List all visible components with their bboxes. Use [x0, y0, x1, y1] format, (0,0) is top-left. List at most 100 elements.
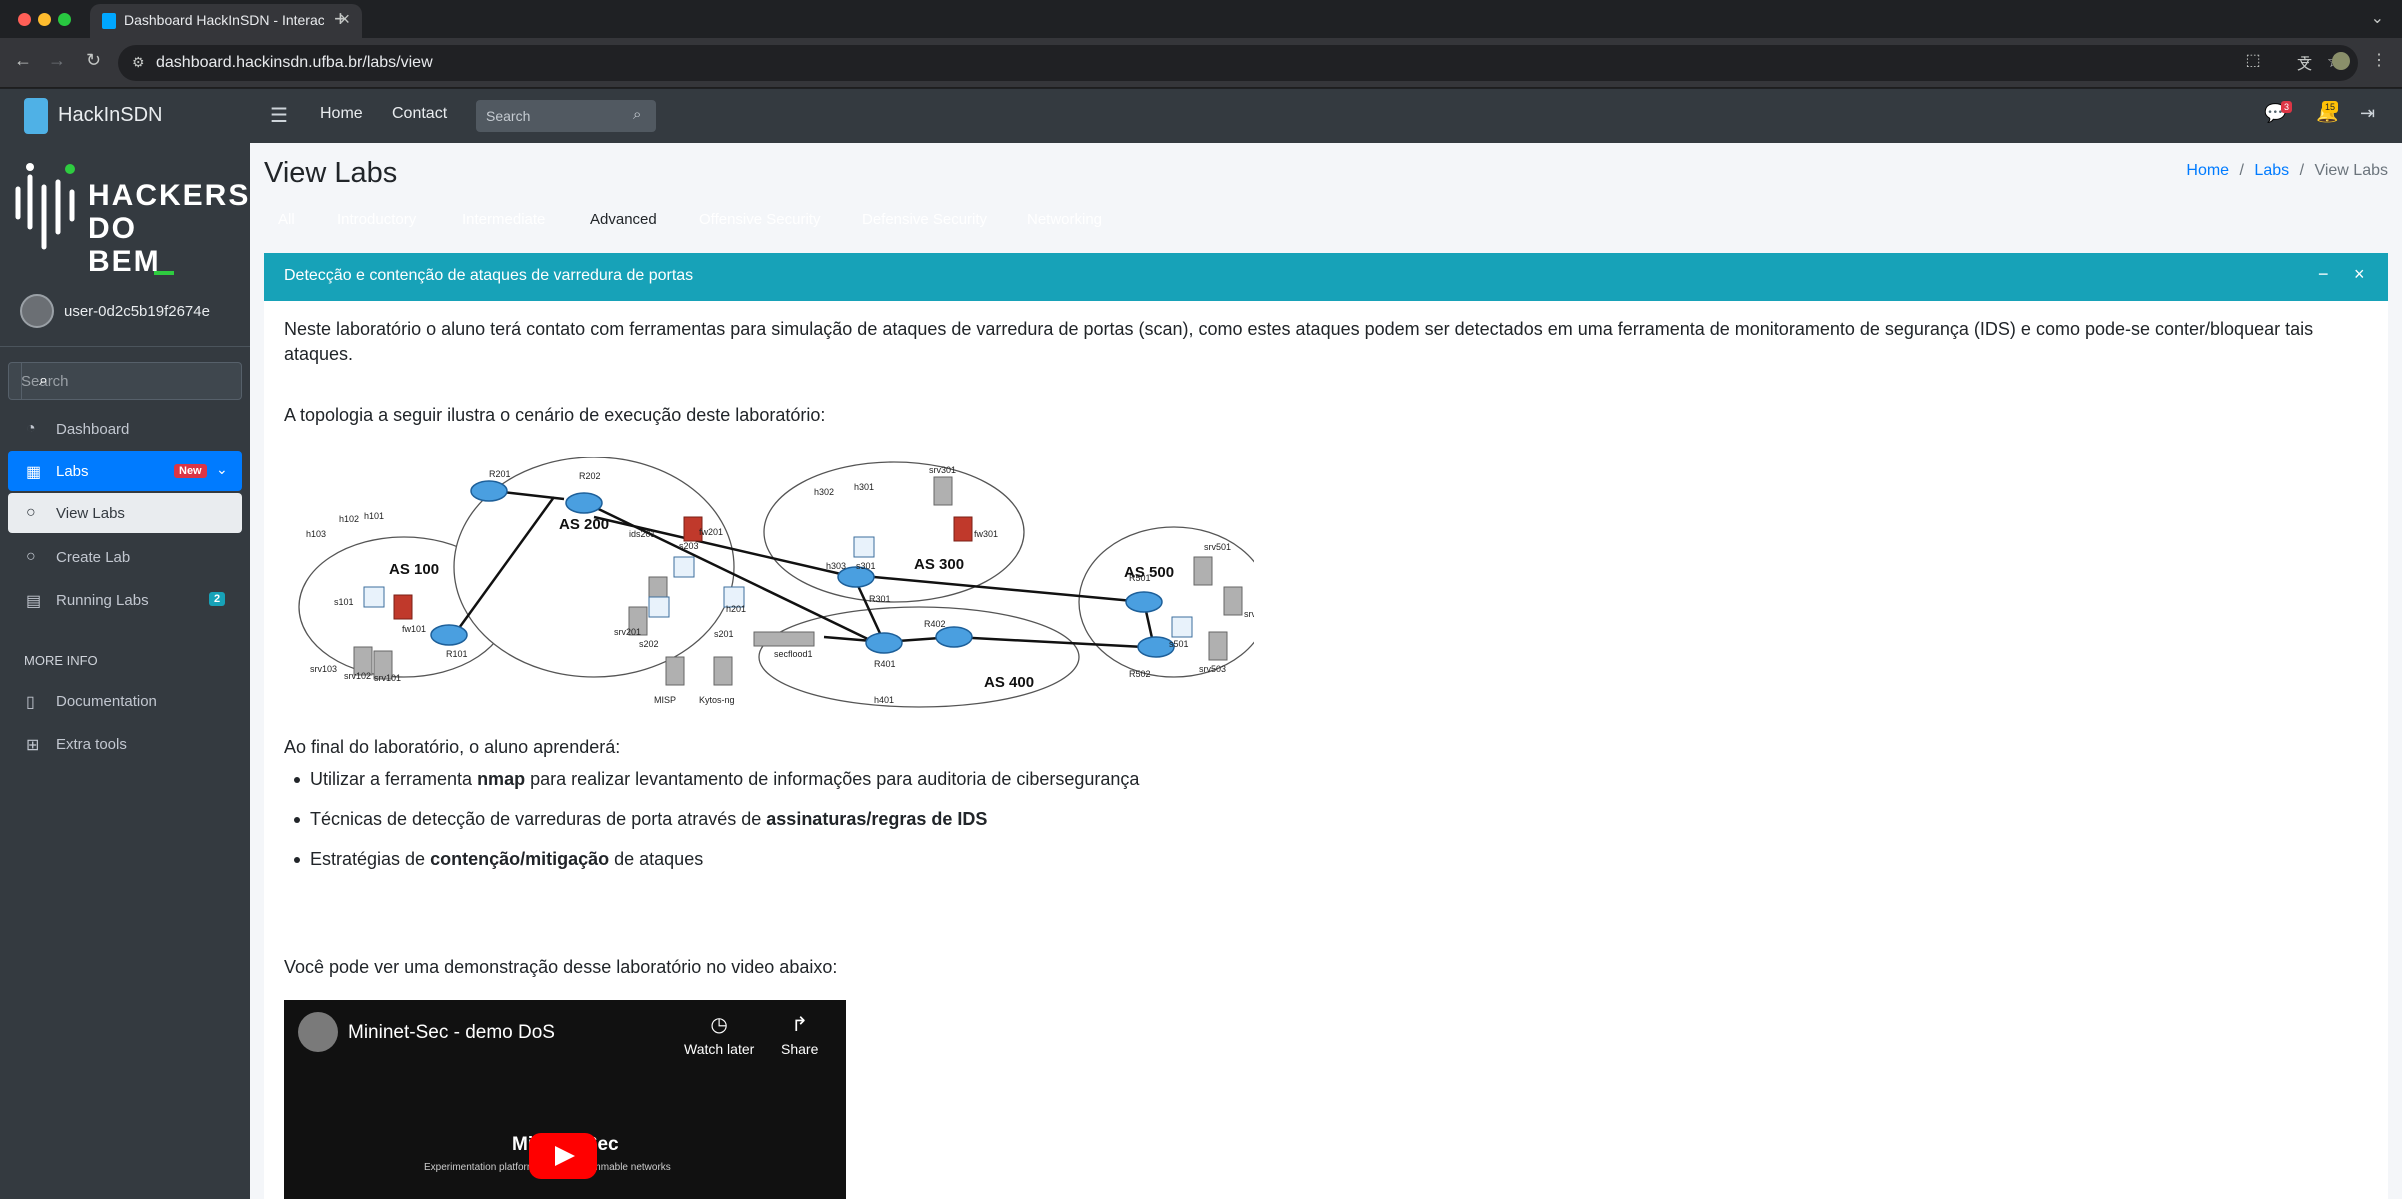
browser-tab[interactable]: Dashboard HackInSDN - Interactive ×	[90, 4, 362, 38]
watch-later-label: Watch later	[684, 1041, 755, 1057]
search-icon[interactable]: ⌕	[633, 106, 641, 123]
video-intro: Você pode ver uma demonstração desse lab…	[284, 957, 838, 977]
reload-icon[interactable]: ↻	[86, 50, 101, 71]
sidebar-item-view-labs[interactable]: ○ View Labs	[8, 493, 242, 533]
filter-advanced-button[interactable]: Advanced	[578, 201, 669, 238]
topology-node-label: MISP	[654, 695, 676, 705]
forward-icon[interactable]: →	[48, 50, 66, 71]
sidebar-search-icon[interactable]: ⌕	[21, 363, 65, 399]
filter-all-button[interactable]: All	[266, 201, 307, 238]
new-tab-icon[interactable]: +	[334, 6, 347, 32]
maximize-window-icon[interactable]	[58, 13, 71, 26]
sidebar-search-input[interactable]: Search ⌕	[8, 362, 242, 400]
filter-defensive-security-button[interactable]: Defensive Security	[850, 201, 999, 238]
as400-label: AS 400	[984, 674, 1034, 691]
dashboard-icon: ◔	[26, 420, 36, 437]
calendar-icon: ▤	[26, 593, 42, 610]
filter-networking-button[interactable]: Networking	[1015, 201, 1114, 238]
user-name[interactable]: user-0d2c5b19f2674e	[64, 303, 210, 320]
sidebar-item-extra-tools[interactable]: ⊞ Extra tools	[8, 724, 242, 764]
top-navbar: HackInSDN ☰ Home Contact Search ⌕ 💬 3 🔔 …	[0, 89, 2402, 143]
sidebar-item-running-labs[interactable]: ▤ Running Labs 2	[8, 580, 242, 620]
browser-toolbar: ← → ↻ ⚙ dashboard.hackinsdn.ufba.br/labs…	[0, 38, 2402, 88]
extensions-icon[interactable]: ⬚	[2244, 52, 2262, 70]
as100-label: AS 100	[389, 561, 439, 578]
share-button[interactable]: ↱ Share	[781, 1012, 818, 1057]
sidebar-item-label: Documentation	[56, 693, 157, 710]
favicon-icon	[102, 13, 116, 29]
navbar-search-input[interactable]: Search ⌕	[476, 100, 656, 132]
youtube-play-button[interactable]	[529, 1133, 597, 1179]
circle-icon: ○	[26, 548, 36, 565]
media-controls-icon[interactable]: ≡	[2296, 52, 2314, 70]
content-wrapper: View Labs Home / Labs / View Labs All In…	[250, 143, 2402, 1199]
sidebar-item-documentation[interactable]: ▯ Documentation	[8, 681, 242, 721]
address-bar[interactable]: ⚙ dashboard.hackinsdn.ufba.br/labs/view …	[118, 45, 2358, 81]
clock-icon: ◷	[710, 1014, 728, 1036]
logout-icon[interactable]: ⇥	[2360, 103, 2375, 124]
menu-toggle-icon[interactable]: ☰	[270, 103, 288, 128]
user-avatar[interactable]	[20, 294, 54, 328]
site-info-icon[interactable]: ⚙	[132, 54, 145, 71]
close-window-icon[interactable]	[18, 13, 31, 26]
circle-icon: ○	[26, 504, 36, 521]
close-icon[interactable]: ×	[2354, 264, 2365, 285]
topology-intro: A topologia a seguir ilustra o cenário d…	[284, 405, 826, 425]
topology-node-label: secflood1	[774, 649, 813, 659]
sidebar-item-label: Running Labs	[56, 592, 149, 609]
as300-label: AS 300	[914, 556, 964, 573]
filter-intermediate-button[interactable]: Intermediate	[450, 201, 557, 238]
logo-underscore	[154, 271, 174, 275]
brand-name[interactable]: HackInSDN	[58, 104, 162, 127]
sidebar-item-label: Dashboard	[56, 421, 130, 438]
topology-node-label: h401	[874, 695, 894, 705]
learn-item: Utilizar a ferramenta nmap para realizar…	[293, 769, 1140, 789]
topology-node-label: srv501	[1204, 542, 1231, 552]
topology-node-label: srv301	[929, 465, 956, 475]
topology-node-label: h201	[726, 604, 746, 614]
sidebar-item-label: Extra tools	[56, 736, 127, 753]
nav-home-link[interactable]: Home	[320, 105, 363, 123]
sidebar-item-dashboard[interactable]: ◔ Dashboard	[8, 409, 242, 449]
breadcrumb-home[interactable]: Home	[2186, 162, 2229, 179]
channel-avatar[interactable]	[298, 1012, 338, 1052]
sidebar-item-label: Create Lab	[56, 549, 131, 566]
share-label: Share	[781, 1041, 819, 1057]
learn-item: Estratégias de contenção/mitigação de at…	[293, 849, 704, 869]
sidebar-item-label: View Labs	[56, 505, 125, 522]
topology-node-label: s101	[334, 597, 354, 607]
chevron-down-icon[interactable]: ⌄	[216, 461, 228, 478]
topology-node-label: srv503	[1199, 664, 1226, 674]
topology-node-label: h103	[306, 529, 326, 539]
topology-node-label: ids201	[629, 529, 656, 539]
lab-title: Detecção e contenção de ataques de varre…	[284, 267, 694, 284]
minimize-window-icon[interactable]	[38, 13, 51, 26]
tab-search-icon[interactable]: ⌄	[2371, 8, 2384, 28]
topology-node-label: s501	[1169, 639, 1189, 649]
topology-node-label: R202	[579, 471, 601, 481]
sidebar-item-create-lab[interactable]: ○ Create Lab	[8, 537, 242, 577]
breadcrumb-current: View Labs	[2314, 162, 2388, 179]
topology-node-label: R101	[446, 649, 468, 659]
topology-node-label: h101	[364, 511, 384, 521]
collapse-icon[interactable]: −	[2318, 264, 2329, 285]
chrome-menu-icon[interactable]: ⋮	[2370, 52, 2388, 70]
filter-offensive-security-button[interactable]: Offensive Security	[687, 201, 832, 238]
filter-introductory-button[interactable]: Introductory	[325, 201, 428, 238]
lab-card-header: Detecção e contenção de ataques de varre…	[264, 253, 2388, 301]
back-icon[interactable]: ←	[14, 50, 32, 71]
topology-node-label: h102	[339, 514, 359, 524]
breadcrumb-labs[interactable]: Labs	[2254, 162, 2289, 179]
youtube-video-embed[interactable]: Mininet-Sec - demo DoS ◷ Watch later ↱ S…	[284, 1000, 846, 1199]
video-title[interactable]: Mininet-Sec - demo DoS	[348, 1022, 555, 1044]
sidebar-item-labs[interactable]: ▦ Labs New ⌄	[8, 451, 242, 491]
as200-label: AS 200	[559, 516, 609, 533]
topology-node-label: h303	[826, 561, 846, 571]
profile-avatar-icon[interactable]	[2332, 52, 2350, 70]
topology-node-label: srv101	[374, 673, 401, 683]
topology-node-label: R401	[874, 659, 896, 669]
watch-later-button[interactable]: ◷ Watch later	[684, 1012, 754, 1057]
topology-node-label: s301	[856, 561, 876, 571]
nav-contact-link[interactable]: Contact	[392, 105, 447, 123]
navbar-search-placeholder: Search	[486, 108, 531, 124]
